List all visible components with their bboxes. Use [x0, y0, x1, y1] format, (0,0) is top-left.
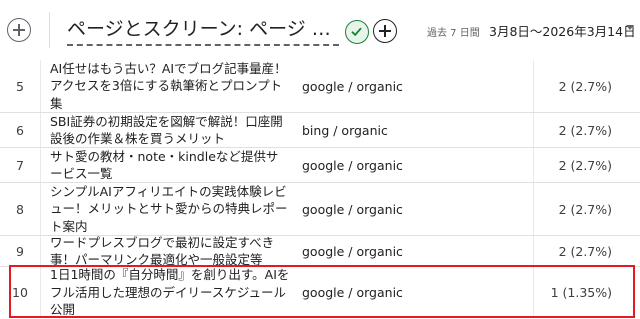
- users-cell: 2 (2.7%): [558, 243, 612, 259]
- table-row[interactable]: 7 サト愛の教材・note・kindleなど提供サービス一覧 google / …: [0, 148, 640, 183]
- row-number: 6: [16, 122, 24, 138]
- page-title-cell[interactable]: 1日1時間の『自分時間』を創り出す。AIをフル活用した理想のデイリースケジュール…: [50, 267, 290, 318]
- source-medium-cell: google / organic: [302, 157, 403, 173]
- column-divider: [40, 113, 41, 147]
- row-number: 8: [16, 201, 24, 217]
- users-cell: 2 (2.7%): [558, 122, 612, 138]
- add-comparison-icon[interactable]: [373, 19, 397, 43]
- table-row[interactable]: 8 シンプルAIアフィリエイトの実践体験レビュー！メリットとサト愛からの特典レポ…: [0, 183, 640, 236]
- users-cell: 2 (2.7%): [558, 201, 612, 217]
- column-divider: [40, 267, 41, 318]
- page-title[interactable]: ページとスクリーン: ページ タ...: [67, 14, 339, 46]
- users-cell: 2 (2.7%): [558, 157, 612, 173]
- page-title-cell[interactable]: シンプルAIアフィリエイトの実践体験レビュー！メリットとサト愛からの特典レポート…: [50, 183, 290, 235]
- table-row[interactable]: 10 1日1時間の『自分時間』を創り出す。AIをフル活用した理想のデイリースケジ…: [0, 267, 640, 318]
- row-number: 9: [16, 243, 24, 259]
- page-title-cell[interactable]: SBI証券の初期設定を図解で解説！口座開設後の作業＆株を買うメリット: [50, 113, 290, 147]
- users-cell: 1 (1.35%): [550, 285, 612, 300]
- users-cell: 2 (2.7%): [558, 78, 612, 94]
- column-divider: [40, 148, 41, 182]
- date-range-label: 過去 7 日間: [427, 28, 480, 39]
- page-title-cell[interactable]: AI任せはもう古い？AIでブログ記事量産！アクセスを3倍にする執筆術とプロンプト…: [50, 60, 290, 112]
- header-divider: [49, 12, 50, 48]
- source-medium-cell: google / organic: [302, 285, 403, 300]
- table-row[interactable]: 9 ワードプレスブログで最初に設定すべき事！パーマリンク最適化や一般設定等 go…: [0, 235, 640, 268]
- row-number: 10: [12, 285, 28, 300]
- row-number: 5: [16, 78, 24, 94]
- source-medium-cell: google / organic: [302, 78, 403, 94]
- date-range-value[interactable]: 3月8日〜2026年3月14日: [489, 21, 636, 40]
- checkmark-icon: [351, 27, 362, 37]
- check-circle-icon[interactable]: [345, 20, 369, 44]
- source-medium-cell: bing / organic: [302, 122, 388, 138]
- table-row[interactable]: 6 SBI証券の初期設定を図解で解説！口座開設後の作業＆株を買うメリット bin…: [0, 113, 640, 148]
- row-number: 7: [16, 157, 24, 173]
- dropdown-arrow-icon[interactable]: [626, 25, 634, 30]
- pages-table: 5 AI任せはもう古い？AIでブログ記事量産！アクセスを3倍にする執筆術とプロン…: [0, 60, 640, 318]
- column-divider: [40, 236, 41, 266]
- source-medium-cell: google / organic: [302, 201, 403, 217]
- table-row[interactable]: 5 AI任せはもう古い？AIでブログ記事量産！アクセスを3倍にする執筆術とプロン…: [0, 60, 640, 113]
- column-divider: [40, 60, 41, 112]
- report-header: ページとスクリーン: ページ タ... 過去 7 日間 3月8日〜2026年3月…: [0, 0, 640, 60]
- add-circle-icon[interactable]: [7, 18, 31, 42]
- source-medium-cell: google / organic: [302, 243, 403, 259]
- column-divider: [40, 183, 41, 235]
- page-title-cell[interactable]: ワードプレスブログで最初に設定すべき事！パーマリンク最適化や一般設定等: [50, 235, 290, 268]
- page-title-cell[interactable]: サト愛の教材・note・kindleなど提供サービス一覧: [50, 148, 290, 182]
